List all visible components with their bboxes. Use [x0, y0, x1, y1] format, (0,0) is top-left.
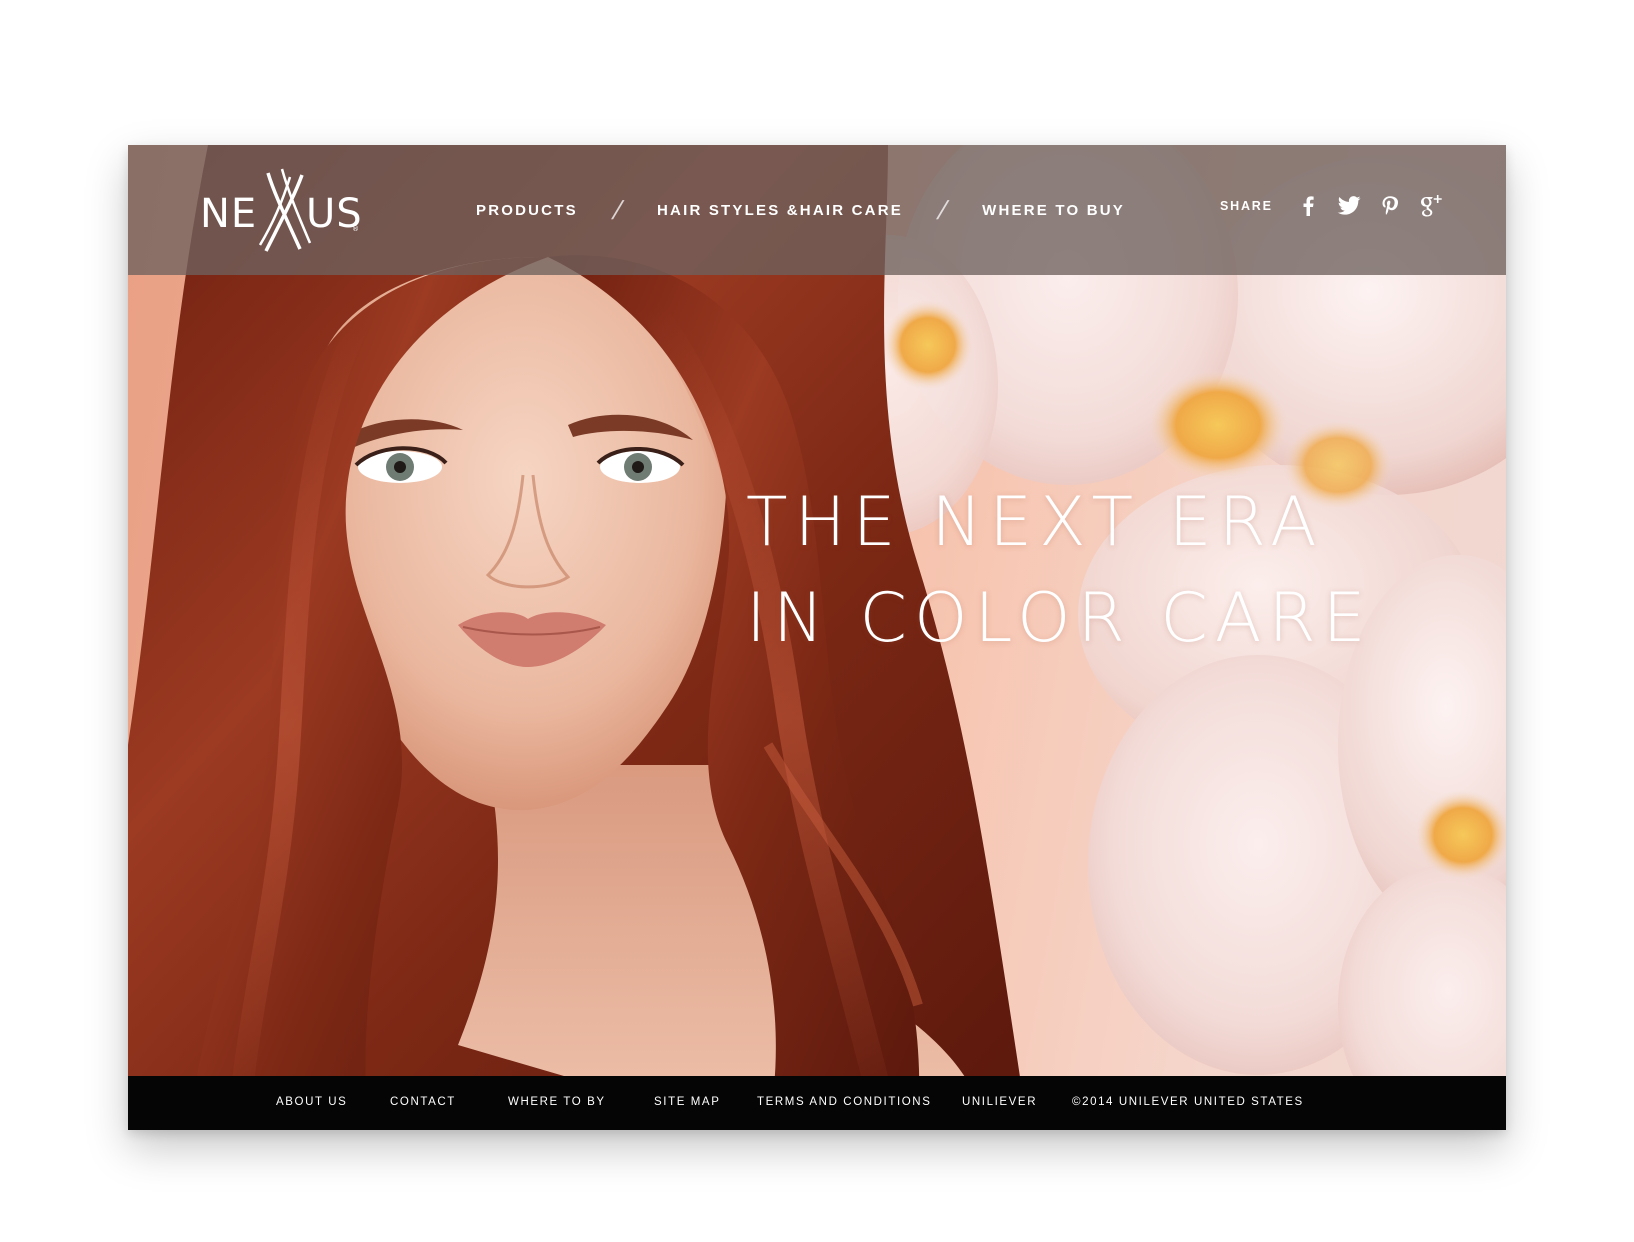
footer-link-where-to-by[interactable]: WHERE TO BY: [508, 1096, 606, 1108]
hero-headline: THE NEXT ERA IN COLOR CARE: [746, 475, 1373, 667]
facebook-icon[interactable]: [1295, 193, 1321, 219]
footer-copyright: ©2014 UNILEVER UNITED STATES: [1072, 1096, 1304, 1108]
nav-separator: /: [608, 195, 626, 225]
nav-products[interactable]: PRODUCTS: [476, 202, 578, 219]
headline-line-2: IN COLOR CARE: [746, 579, 1373, 658]
nav-separator: /: [934, 195, 952, 225]
share-bar: SHARE: [1220, 193, 1459, 219]
footer-link-contact[interactable]: CONTACT: [390, 1096, 456, 1108]
share-label: SHARE: [1220, 199, 1273, 213]
footer-link-unilever[interactable]: UNILIEVER: [962, 1096, 1037, 1108]
headline-line-1: THE NEXT ERA: [746, 483, 1324, 562]
browser-frame: NE US ® PRODUCTS / HAIR STYLES &HAIR CAR…: [128, 145, 1506, 1130]
footer-link-about-us[interactable]: ABOUT US: [276, 1096, 347, 1108]
logo-mark: NE US ®: [200, 168, 362, 252]
pinterest-icon[interactable]: [1377, 193, 1403, 219]
svg-text:®: ®: [352, 225, 359, 233]
svg-text:NE: NE: [200, 191, 257, 237]
nexxus-logo[interactable]: NE US ®: [200, 163, 365, 255]
nav-where-to-buy[interactable]: WHERE TO BUY: [982, 202, 1125, 219]
top-navbar: NE US ® PRODUCTS / HAIR STYLES &HAIR CAR…: [128, 145, 1506, 275]
main-nav: PRODUCTS / HAIR STYLES &HAIR CARE / WHER…: [476, 195, 1125, 225]
google-plus-icon[interactable]: [1418, 193, 1444, 219]
nav-hair-styles-hair-care[interactable]: HAIR STYLES &HAIR CARE: [657, 202, 903, 219]
twitter-icon[interactable]: [1336, 193, 1362, 219]
footer-bar: ABOUT US CONTACT WHERE TO BY SITE MAP TE…: [128, 1076, 1506, 1130]
footer-link-site-map[interactable]: SITE MAP: [654, 1096, 720, 1108]
footer-link-terms-and-conditions[interactable]: TERMS AND CONDITIONS: [757, 1096, 931, 1108]
